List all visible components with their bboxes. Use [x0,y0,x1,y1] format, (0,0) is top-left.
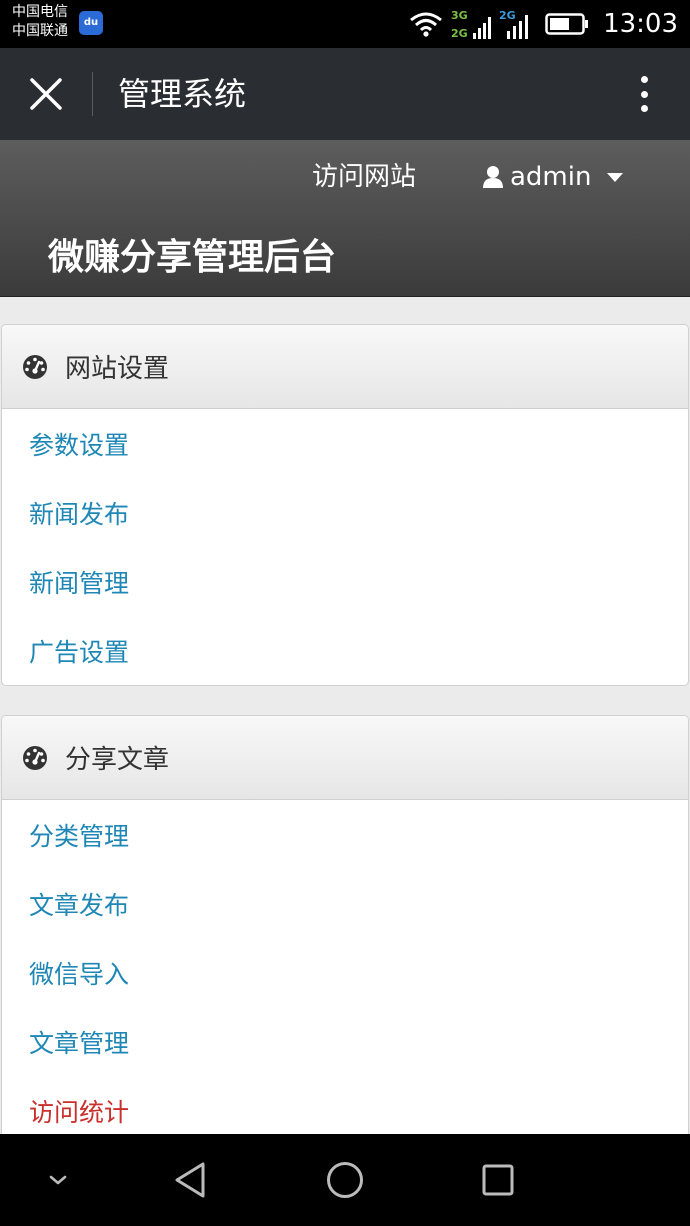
menu-item-visit-stats[interactable]: 访问统计 [2,1076,688,1134]
baidu-notification-icon: du [79,11,103,35]
more-dot-icon [640,76,648,83]
battery-icon [545,13,589,35]
menu-item-article-publish[interactable]: 文章发布 [2,869,688,938]
menu-item-categories[interactable]: 分类管理 [2,800,688,869]
carrier-1: 中国电信 [12,4,68,20]
recent-apps-icon[interactable] [474,1156,522,1204]
main-content: 网站设置 参数设置 新闻发布 新闻管理 广告设置 分享文章 分类管理 文章发布 … [0,297,690,1134]
wifi-icon [410,12,442,37]
panel-title: 分享文章 [65,745,170,775]
user-menu[interactable]: admin [482,160,624,194]
divider [92,72,93,116]
clock: 13:03 [603,9,678,39]
page-header: 访问网站 admin 微赚分享管理后台 [0,140,690,297]
dashboard-icon [23,745,47,770]
visit-site-link[interactable]: 访问网站 [312,160,416,194]
chevron-down-icon [607,172,624,182]
signal-2-icon: 2G [499,9,529,39]
username: admin [510,162,592,192]
more-dot-icon [640,90,648,98]
signal-1-icon: 3G 2G [451,9,492,40]
menu-item-wechat-import[interactable]: 微信导入 [2,938,688,1007]
system-nav-bar [0,1134,690,1226]
panel-title: 网站设置 [65,354,170,384]
panel-header[interactable]: 分享文章 [2,716,688,800]
app-bar: 管理系统 [0,48,690,140]
panel-site-settings: 网站设置 参数设置 新闻发布 新闻管理 广告设置 [1,324,689,686]
net-type-label: 3G [451,9,468,22]
menu-item-news-publish[interactable]: 新闻发布 [2,478,688,547]
panel-header[interactable]: 网站设置 [2,325,688,409]
carrier-info: 中国电信 中国联通 [12,3,68,41]
net-type-label: 2G [499,9,516,22]
dashboard-icon [23,354,47,379]
more-options-button[interactable] [636,73,652,115]
back-icon[interactable] [168,1156,216,1204]
home-icon[interactable] [321,1156,369,1204]
more-dot-icon [640,105,648,112]
menu-item-news-manage[interactable]: 新闻管理 [2,547,688,616]
net-type-label: 2G [451,27,468,40]
site-title: 微赚分享管理后台 [48,237,337,278]
panel-share-articles: 分享文章 分类管理 文章发布 微信导入 文章管理 访问统计 [1,715,689,1134]
status-bar: 中国电信 中国联通 du 3G 2G 2G 13:03 [0,0,690,48]
carrier-2: 中国联通 [12,23,68,39]
user-icon [483,166,503,188]
chevron-down-icon[interactable] [34,1156,82,1204]
status-icons: 3G 2G 2G 13:03 [409,6,678,42]
menu-item-article-manage[interactable]: 文章管理 [2,1007,688,1076]
close-icon[interactable] [22,70,70,118]
app-title: 管理系统 [118,75,247,113]
menu-item-ad-settings[interactable]: 广告设置 [2,616,688,685]
menu-item-params[interactable]: 参数设置 [2,409,688,478]
